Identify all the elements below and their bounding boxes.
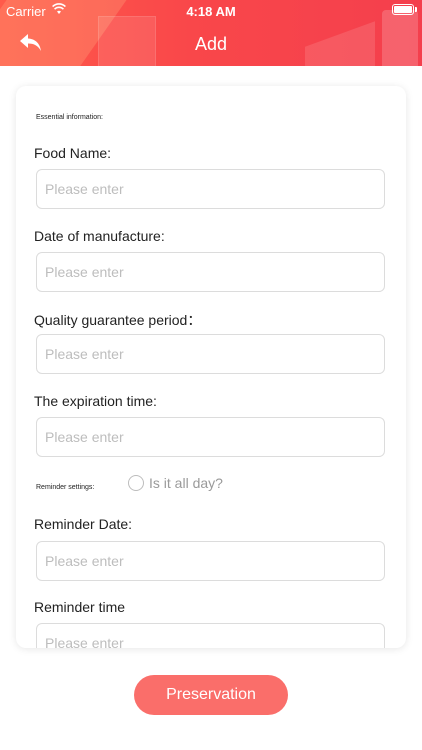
food-name-label: Food Name: [34, 145, 112, 161]
status-time: 4:18 AM [186, 4, 236, 19]
radio-circle-icon[interactable] [128, 475, 144, 491]
page-title: Add [194, 34, 228, 54]
form-card: Essential information: Food Name: Date o… [16, 86, 406, 648]
essential-info-label: Essential information: [36, 114, 103, 121]
reminder-date-input[interactable] [36, 541, 385, 581]
battery-icon [392, 4, 414, 15]
expiration-time-input[interactable] [36, 417, 385, 457]
guarantee-period-input[interactable] [36, 334, 385, 374]
reminder-date-label: Reminder Date: [34, 516, 133, 532]
battery-tip [415, 7, 417, 12]
reminder-settings-label: Reminder settings: [36, 484, 95, 491]
all-day-label: Is it all day? [149, 475, 223, 491]
expiration-time-label: The expiration time: [34, 393, 157, 409]
reminder-time-input[interactable] [36, 623, 385, 648]
status-bar: Carrier 4:18 AM [0, 0, 422, 22]
preservation-button[interactable]: Preservation [134, 675, 288, 715]
manufacture-date-label: Date of manufacture: [34, 228, 165, 244]
nav-bar: Carrier 4:18 AM Add [0, 0, 422, 66]
food-name-input[interactable] [36, 169, 385, 209]
guarantee-period-label: Quality guarantee period： [34, 312, 202, 328]
manufacture-date-input[interactable] [36, 252, 385, 292]
reminder-time-label: Reminder time [34, 599, 126, 615]
